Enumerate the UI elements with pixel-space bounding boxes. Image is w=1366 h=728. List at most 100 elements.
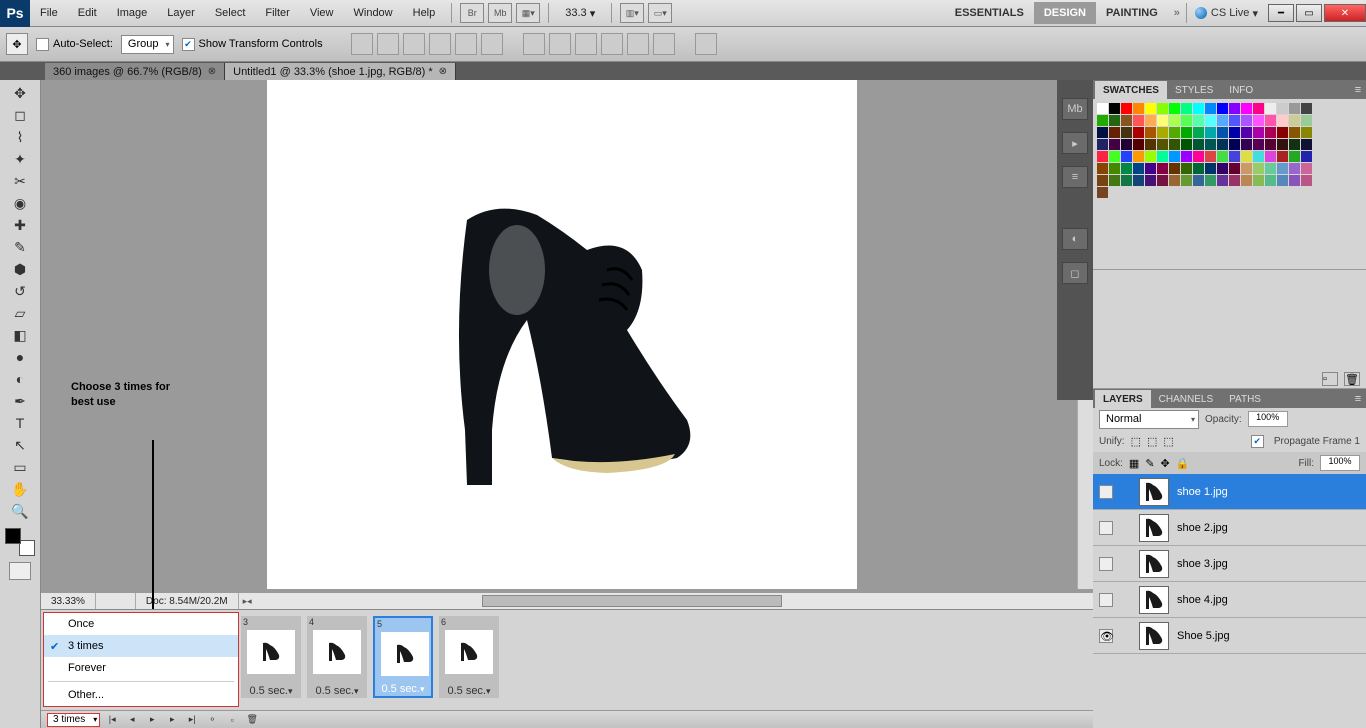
workspace-essentials[interactable]: ESSENTIALS [945,2,1034,24]
swatch[interactable] [1157,151,1168,162]
pen-tool-icon[interactable]: ✒ [6,390,34,412]
swatch[interactable] [1289,163,1300,174]
cslive-button[interactable]: CS Live ▾ [1195,7,1258,20]
swatch[interactable] [1301,127,1312,138]
swatch[interactable] [1157,115,1168,126]
swatch[interactable] [1229,163,1240,174]
blend-mode-dropdown[interactable]: Normal [1099,410,1199,429]
swatch[interactable] [1133,139,1144,150]
next-frame-icon[interactable]: ▸ [164,713,180,727]
document-tab[interactable]: Untitled1 @ 33.3% (shoe 1.jpg, RGB/8) *⊗ [225,63,456,80]
swatch[interactable] [1265,115,1276,126]
swatch[interactable] [1277,139,1288,150]
lock-icon[interactable]: 🔒 [1176,457,1190,470]
brush-tool-icon[interactable]: ✎ [6,236,34,258]
bridge-icon[interactable]: Br [460,3,484,23]
swatch[interactable] [1145,175,1156,186]
swatch[interactable] [1121,151,1132,162]
hand-tool-icon[interactable]: ✋ [6,478,34,500]
swatch[interactable] [1157,163,1168,174]
tab-paths[interactable]: PATHS [1221,390,1269,408]
swatch[interactable] [1229,115,1240,126]
swatch[interactable] [1289,151,1300,162]
swatch[interactable] [1277,103,1288,114]
quickmask-icon[interactable] [9,562,31,580]
swatch[interactable] [1289,115,1300,126]
swatch[interactable] [1181,163,1192,174]
swatch[interactable] [1133,103,1144,114]
maximize-button[interactable]: ▭ [1296,4,1322,22]
swatch[interactable] [1181,127,1192,138]
swatch[interactable] [1097,103,1108,114]
swatch[interactable] [1277,115,1288,126]
show-transform-check[interactable]: ✔Show Transform Controls [182,38,323,51]
visibility-icon[interactable] [1099,521,1113,535]
menu-edit[interactable]: Edit [68,0,107,27]
minibridge-panel-icon[interactable]: Mb [1062,98,1088,120]
swatch[interactable] [1253,127,1264,138]
fg-bg-swatch[interactable] [5,528,35,556]
propagate-check[interactable]: ✔ [1251,435,1264,448]
tab-layers[interactable]: LAYERS [1095,390,1151,408]
document-canvas[interactable] [267,80,857,589]
distribute-icon[interactable] [523,33,545,55]
swatch[interactable] [1241,151,1252,162]
swatch[interactable] [1217,151,1228,162]
auto-select-check[interactable]: Auto-Select: [36,38,113,51]
tab-info[interactable]: INFO [1221,81,1261,99]
fill-field[interactable]: 100% [1320,455,1360,471]
swatch[interactable] [1121,115,1132,126]
swatch[interactable] [1277,127,1288,138]
unify-icon[interactable]: ⬚ [1147,435,1157,448]
swatch[interactable] [1229,103,1240,114]
align-icon[interactable] [403,33,425,55]
swatch[interactable] [1133,175,1144,186]
actions-panel-icon[interactable]: ≡ [1062,166,1088,188]
panel-menu-icon[interactable]: ≡ [1350,81,1366,99]
distribute-icon[interactable] [549,33,571,55]
crop-tool-icon[interactable]: ✂ [6,170,34,192]
loop-option-other[interactable]: Other... [44,684,238,706]
swatch[interactable] [1121,127,1132,138]
swatch[interactable] [1229,139,1240,150]
workspace-more-icon[interactable]: » [1168,7,1186,19]
swatch[interactable] [1229,127,1240,138]
swatch[interactable] [1097,139,1108,150]
swatch[interactable] [1181,103,1192,114]
align-icon[interactable] [429,33,451,55]
swatch[interactable] [1253,115,1264,126]
swatch[interactable] [1157,103,1168,114]
dodge-tool-icon[interactable]: ◐ [6,368,34,390]
swatch[interactable] [1109,163,1120,174]
swatch[interactable] [1205,103,1216,114]
swatch[interactable] [1289,103,1300,114]
unify-icon[interactable]: ⬚ [1131,435,1141,448]
blur-tool-icon[interactable]: ● [6,346,34,368]
status-icon[interactable] [96,593,136,609]
type-tool-icon[interactable]: T [6,412,34,434]
swatch[interactable] [1097,175,1108,186]
swatch[interactable] [1241,163,1252,174]
lock-icon[interactable]: ✥ [1161,457,1170,470]
workspace-design[interactable]: DESIGN [1034,2,1096,24]
swatch[interactable] [1217,115,1228,126]
swatch[interactable] [1145,163,1156,174]
screen-mode-icon[interactable]: ▦▾ [516,3,540,23]
swatch[interactable] [1205,175,1216,186]
move-tool-icon[interactable]: ✥ [6,33,28,55]
visibility-icon[interactable] [1099,485,1113,499]
swatch[interactable] [1301,163,1312,174]
animation-frame[interactable]: 3 0.5 sec.▾ [241,616,301,698]
swatch[interactable] [1241,103,1252,114]
menu-view[interactable]: View [300,0,344,27]
swatch[interactable] [1205,139,1216,150]
arrange-icon[interactable]: ▥▾ [620,3,644,23]
swatch[interactable] [1265,139,1276,150]
swatch[interactable] [1169,103,1180,114]
swatch[interactable] [1121,103,1132,114]
swatch[interactable] [1097,163,1108,174]
layer-row[interactable]: shoe 1.jpg [1093,474,1366,510]
swatch[interactable] [1217,139,1228,150]
swatch[interactable] [1145,139,1156,150]
swatch[interactable] [1121,163,1132,174]
